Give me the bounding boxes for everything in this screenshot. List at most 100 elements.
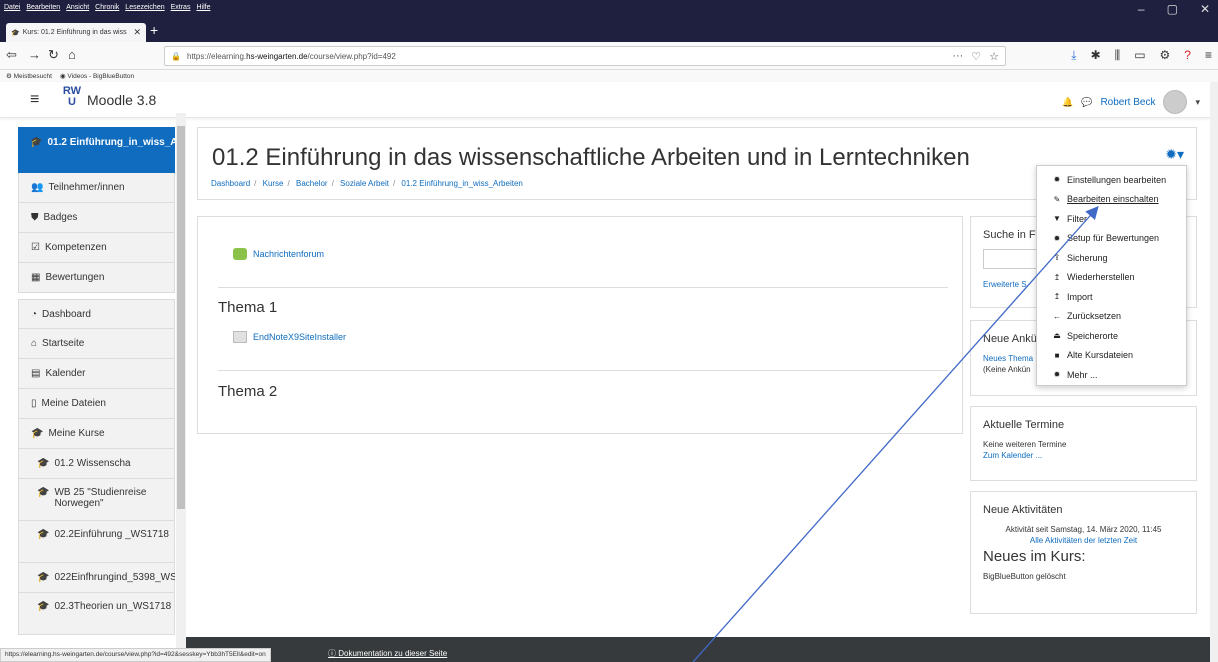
site-name[interactable]: Moodle 3.8: [87, 92, 156, 108]
menu-chronik[interactable]: Chronik: [95, 4, 119, 11]
divider: [218, 287, 948, 288]
library-icon[interactable]: ⫼: [1115, 48, 1121, 63]
menu-hilfe[interactable]: Hilfe: [196, 4, 210, 11]
sidebar-item-course[interactable]: 🎓 022Einfhrungind_5398_WS111: [18, 563, 175, 593]
sidebar-item-label: Badges: [43, 212, 78, 223]
menu-lesezeichen[interactable]: Lesezeichen: [125, 4, 164, 11]
sidebar-icon[interactable]: ▭: [1134, 48, 1145, 63]
menu-item-more[interactable]: ✹ Mehr ...: [1037, 365, 1186, 385]
menu-datei[interactable]: Datei: [4, 4, 20, 11]
menu-item-legacy-files[interactable]: ■ Alte Kursdateien: [1037, 346, 1186, 366]
forward-button[interactable]: →: [28, 47, 41, 62]
site-logo[interactable]: RW U: [61, 86, 83, 112]
url-prefix: https://elearning.: [187, 51, 247, 61]
sidebar-item-badges[interactable]: ⛊ Badges: [18, 203, 175, 233]
extension-icon[interactable]: ✱: [1091, 48, 1101, 63]
sidebar-item-home[interactable]: ⌂ Startseite: [18, 329, 175, 359]
menu-extras[interactable]: Extras: [171, 4, 191, 11]
tab-title: Kurs: 01.2 Einführung in das wiss: [22, 29, 127, 36]
sidebar-item-course[interactable]: 🎓 02.2Einführung _WS1718: [18, 521, 175, 563]
pencil-icon: ✎: [1053, 194, 1061, 204]
sidebar-item-files[interactable]: ▯ Meine Dateien: [18, 389, 175, 419]
toolbar-icons: ⤓ ✱ ⫼ ▭ ⚙ ? ≡: [1071, 48, 1212, 63]
new-tab-button[interactable]: +: [150, 22, 158, 38]
breadcrumb-item[interactable]: Bachelor: [296, 179, 328, 188]
menu-icon[interactable]: ≡: [1205, 48, 1212, 63]
menu-item-storage[interactable]: ⏏ Speicherorte: [1037, 326, 1186, 346]
bookmarks-bar: ⚙ Meistbesucht ◉ Videos - BigBlueButton: [0, 70, 1218, 82]
breadcrumb-item[interactable]: Dashboard: [211, 179, 250, 188]
sidebar-item-label: Kompetenzen: [44, 242, 107, 253]
download-icon[interactable]: ⤓: [1071, 48, 1076, 63]
breadcrumb-item[interactable]: 01.2 Einführung_in_wiss_Arbeiten: [401, 179, 522, 188]
course-settings-gear-icon[interactable]: ✹▾: [1165, 146, 1184, 163]
menu-item-turn-editing-on[interactable]: ✎ Bearbeiten einschalten: [1037, 190, 1186, 210]
lock-icon: 🔒: [171, 51, 181, 61]
page-actions-icon[interactable]: ···: [952, 50, 963, 63]
menu-item-reset[interactable]: ← Zurücksetzen: [1037, 307, 1186, 327]
avatar[interactable]: [1163, 90, 1188, 114]
breadcrumb: Dashboard / Kurse / Bachelor / Soziale Arbe…: [211, 179, 523, 188]
close-icon[interactable]: ✕: [1200, 2, 1210, 16]
chat-icon[interactable]: 💬: [1081, 97, 1092, 108]
bell-icon[interactable]: 🔔: [1062, 97, 1073, 108]
bookmark-videos[interactable]: ◉ Videos - BigBlueButton: [60, 72, 134, 80]
breadcrumb-item[interactable]: Kurse: [263, 179, 284, 188]
menu-item-gradebook-setup[interactable]: ✹ Setup für Bewertungen: [1037, 229, 1186, 249]
bookmark-star-icon[interactable]: ☆: [989, 50, 999, 63]
tab-close-icon[interactable]: ✕: [133, 27, 141, 38]
menu-item-label: Zurücksetzen: [1067, 311, 1122, 322]
dashboard-icon: ◔: [31, 308, 38, 320]
sidebar-item-my-courses[interactable]: 🎓 Meine Kurse: [18, 419, 175, 449]
forum-activity[interactable]: Nachrichtenforum: [233, 248, 324, 260]
file-activity[interactable]: EndNoteX9SiteInstaller: [233, 331, 346, 343]
addon-icon[interactable]: ⚙: [1160, 48, 1171, 63]
minimize-icon[interactable]: –: [1138, 2, 1145, 16]
sidebar-item-grades[interactable]: ▦ Bewertungen: [18, 263, 175, 293]
url-host: hs-weingarten.de: [246, 51, 308, 61]
maximize-icon[interactable]: ▢: [1167, 2, 1178, 16]
file-link[interactable]: EndNoteX9SiteInstaller: [253, 332, 346, 342]
browser-tab[interactable]: 🎓 Kurs: 01.2 Einführung in das wiss ✕: [6, 23, 146, 42]
sidebar-item-current-course[interactable]: 🎓 01.2 Einführung_in_wiss_Arbeiten: [18, 127, 175, 173]
sidebar-item-calendar[interactable]: ▤ Kalender: [18, 359, 175, 389]
sidebar-scrollbar-thumb[interactable]: [177, 126, 185, 509]
sidebar-item-competencies[interactable]: ☑ Kompetenzen: [18, 233, 175, 263]
backup-icon: ⇪: [1053, 253, 1061, 263]
forum-link[interactable]: Nachrichtenforum: [253, 249, 324, 259]
graduation-cap-icon: 🎓: [37, 572, 50, 583]
menu-bearbeiten[interactable]: Bearbeiten: [26, 4, 60, 11]
sidebar-item-course[interactable]: 🎓 WB 25 "Studienreise Norwegen": [18, 479, 175, 521]
hamburger-menu-icon[interactable]: ≡: [30, 91, 39, 109]
home-button[interactable]: ⌂: [68, 47, 76, 62]
menu-item-restore[interactable]: ↥ Wiederherstellen: [1037, 268, 1186, 288]
sidebar-item-course[interactable]: 🎓 01.2 Wissenscha: [18, 449, 175, 479]
menu-item-filter[interactable]: ▼ Filter: [1037, 209, 1186, 229]
menu-item-import[interactable]: ↥ Import: [1037, 287, 1186, 307]
reload-button[interactable]: ↻: [48, 47, 59, 63]
menu-item-backup[interactable]: ⇪ Sicherung: [1037, 248, 1186, 268]
chevron-down-icon[interactable]: ▾: [1195, 97, 1200, 108]
browser-titlebar: Datei Bearbeiten Ansicht Chronik Lesezei…: [0, 0, 1218, 42]
menu-item-label: Alte Kursdateien: [1067, 350, 1134, 361]
sidebar-item-dashboard[interactable]: ◔ Dashboard: [18, 299, 175, 329]
bookmark-meistbesucht[interactable]: ⚙ Meistbesucht: [6, 72, 52, 80]
sidebar-item-course[interactable]: 🎓 02.3Theorien un_WS1718: [18, 593, 175, 635]
full-activity-link[interactable]: Alle Aktivitäten der letzten Zeit: [971, 535, 1196, 546]
activity-item: BigBlueButton gelöscht: [983, 572, 1066, 581]
pocket-icon[interactable]: ♡: [971, 50, 981, 63]
user-name[interactable]: Robert Beck: [1100, 97, 1155, 108]
alert-icon[interactable]: ?: [1184, 48, 1191, 63]
sidebar-item-label: 02.3Theorien un_WS1718: [54, 601, 172, 612]
breadcrumb-item[interactable]: Soziale Arbeit: [340, 179, 389, 188]
menu-item-edit-settings[interactable]: ✹ Einstellungen bearbeiten: [1037, 170, 1186, 190]
documentation-link[interactable]: ⓘ Dokumentation zu dieser Seite: [328, 648, 447, 659]
sidebar-item-label: Bewertungen: [45, 272, 105, 283]
menu-ansicht[interactable]: Ansicht: [66, 4, 89, 11]
back-button[interactable]: ⇦: [6, 47, 17, 63]
page-scrollbar[interactable]: [1210, 82, 1218, 662]
sidebar-item-participants[interactable]: 👥 Teilnehmer/innen: [18, 173, 175, 203]
calendar-link[interactable]: Zum Kalender ...: [971, 450, 1196, 461]
sidebar-item-label: 022Einfhrungind_5398_WS111: [54, 572, 175, 583]
url-bar[interactable]: 🔒 https://elearning. hs-weingarten.de/cou…: [164, 46, 1006, 66]
